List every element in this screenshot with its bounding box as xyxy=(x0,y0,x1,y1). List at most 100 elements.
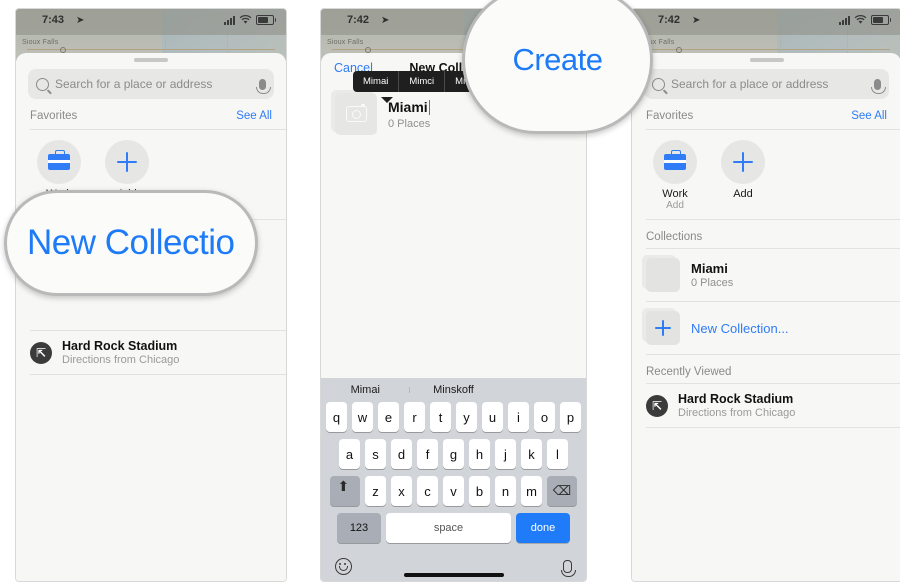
text-caret xyxy=(428,99,431,115)
done-key[interactable]: done xyxy=(516,513,570,543)
key-b[interactable]: b xyxy=(469,476,490,506)
briefcase-icon xyxy=(664,150,686,170)
key-n[interactable]: n xyxy=(495,476,516,506)
microphone-icon[interactable] xyxy=(871,78,886,94)
key-d[interactable]: d xyxy=(391,439,412,469)
key-f[interactable]: f xyxy=(417,439,438,469)
shift-key[interactable] xyxy=(330,476,360,506)
key-w[interactable]: w xyxy=(352,402,373,432)
location-arrow-icon: ➤ xyxy=(76,15,85,26)
search-placeholder: Search for a place or address xyxy=(671,77,829,91)
suggestion-1[interactable]: Minskoff xyxy=(409,384,497,396)
new-collection-label: New Collection... xyxy=(691,320,789,336)
favorite-work[interactable]: Work Add xyxy=(649,140,701,211)
backspace-key[interactable]: ⌫ xyxy=(547,476,577,506)
camera-icon xyxy=(345,103,367,122)
map-place-label: Sioux Falls xyxy=(327,39,364,46)
collections-header: Collections xyxy=(632,220,900,248)
sheet-grabber[interactable] xyxy=(134,58,168,62)
autocorrect-option-0[interactable]: Mimai xyxy=(353,71,400,92)
collection-name-area: Miami 0 Places xyxy=(388,99,430,130)
key-u[interactable]: u xyxy=(482,402,503,432)
collection-row-miami[interactable]: Miami 0 Places xyxy=(632,249,900,301)
collection-name-input[interactable]: Miami xyxy=(388,98,431,115)
sheet-grabber[interactable] xyxy=(749,58,784,62)
keyboard-row-2: a s d f g h j k l xyxy=(321,439,586,469)
key-c[interactable]: c xyxy=(417,476,438,506)
recently-viewed-row[interactable]: ⇱ Hard Rock Stadium Directions from Chic… xyxy=(632,384,900,427)
keyboard-row-1: q w e r t y u i o p xyxy=(321,402,586,432)
key-g[interactable]: g xyxy=(443,439,464,469)
map-place-label: Sioux Falls xyxy=(22,39,59,46)
signal-bars-icon xyxy=(224,15,235,25)
callout-new-collection-text: New Collectio xyxy=(27,223,235,262)
space-key[interactable]: space xyxy=(386,513,511,543)
callout-create: Create xyxy=(462,0,653,134)
key-k[interactable]: k xyxy=(521,439,542,469)
autocorrect-tooltip-arrow xyxy=(381,97,393,103)
favorites-row: Work Add Add xyxy=(632,130,900,219)
numbers-key[interactable]: 123 xyxy=(337,513,381,543)
collection-name: Miami xyxy=(691,261,728,276)
new-collection-row[interactable]: New Collection... xyxy=(632,302,900,354)
favorites-title: Favorites xyxy=(30,110,78,122)
microphone-icon[interactable] xyxy=(560,559,576,577)
search-icon xyxy=(652,77,665,91)
see-all-link[interactable]: See All xyxy=(851,110,887,122)
key-h[interactable]: h xyxy=(469,439,490,469)
recently-viewed-row[interactable]: ⇱ Hard Rock Stadium Directions from Chic… xyxy=(16,331,286,374)
microphone-icon[interactable] xyxy=(256,78,271,94)
autocorrect-option-1[interactable]: Mimci xyxy=(399,71,446,92)
battery-icon xyxy=(256,15,276,25)
favorite-label: Add xyxy=(733,188,753,200)
key-s[interactable]: s xyxy=(365,439,386,469)
plus-icon xyxy=(117,152,137,172)
key-i[interactable]: i xyxy=(508,402,529,432)
collection-photo-picker[interactable] xyxy=(331,90,377,135)
status-indicators xyxy=(224,15,276,25)
favorite-label: Work xyxy=(662,188,688,200)
favorite-icon-circle xyxy=(653,140,697,184)
key-t[interactable]: t xyxy=(430,402,451,432)
key-a[interactable]: a xyxy=(339,439,360,469)
key-e[interactable]: e xyxy=(378,402,399,432)
key-o[interactable]: o xyxy=(534,402,555,432)
key-m[interactable]: m xyxy=(521,476,542,506)
new-collection-thumb xyxy=(642,308,680,345)
key-l[interactable]: l xyxy=(547,439,568,469)
key-z[interactable]: z xyxy=(365,476,386,506)
key-j[interactable]: j xyxy=(495,439,516,469)
wifi-icon xyxy=(239,15,252,24)
favorite-add[interactable]: Add xyxy=(717,140,769,211)
status-time: 7:43 xyxy=(42,14,65,26)
search-input[interactable]: Search for a place or address xyxy=(28,69,274,99)
keyboard-row-4: 123 space done xyxy=(321,513,586,543)
status-indicators xyxy=(839,15,891,25)
keyboard-row-3: z x c v b n m ⌫ xyxy=(321,476,586,506)
favorites-title: Favorites xyxy=(646,110,694,122)
key-y[interactable]: y xyxy=(456,402,477,432)
key-v[interactable]: v xyxy=(443,476,464,506)
search-input[interactable]: Search for a place or address xyxy=(644,69,889,99)
emoji-icon[interactable] xyxy=(335,557,352,575)
bottom-sheet-right: Search for a place or address Favorites … xyxy=(632,53,900,581)
bottom-sheet-left: Search for a place or address Favorites … xyxy=(16,53,286,581)
key-x[interactable]: x xyxy=(391,476,412,506)
favorite-icon-circle xyxy=(37,140,81,184)
suggestion-0[interactable]: Mimai xyxy=(321,384,409,396)
divider xyxy=(30,374,286,375)
recently-viewed-title: Recently Viewed xyxy=(646,366,732,378)
see-all-link[interactable]: See All xyxy=(236,110,272,122)
backspace-icon: ⌫ xyxy=(552,483,572,498)
place-sub: Directions from Chicago xyxy=(678,407,796,419)
status-bar: 7:42 ➤ xyxy=(632,9,900,35)
key-p[interactable]: p xyxy=(560,402,581,432)
collection-text: Miami 0 Places xyxy=(691,261,733,289)
plus-icon xyxy=(655,320,671,336)
collection-name-value: Miami xyxy=(388,98,428,115)
favorite-icon-circle xyxy=(721,140,765,184)
home-indicator[interactable] xyxy=(403,573,504,577)
autocorrect-tooltip[interactable]: Mimai Mimci Mi xyxy=(353,71,476,92)
key-r[interactable]: r xyxy=(404,402,425,432)
key-q[interactable]: q xyxy=(326,402,347,432)
